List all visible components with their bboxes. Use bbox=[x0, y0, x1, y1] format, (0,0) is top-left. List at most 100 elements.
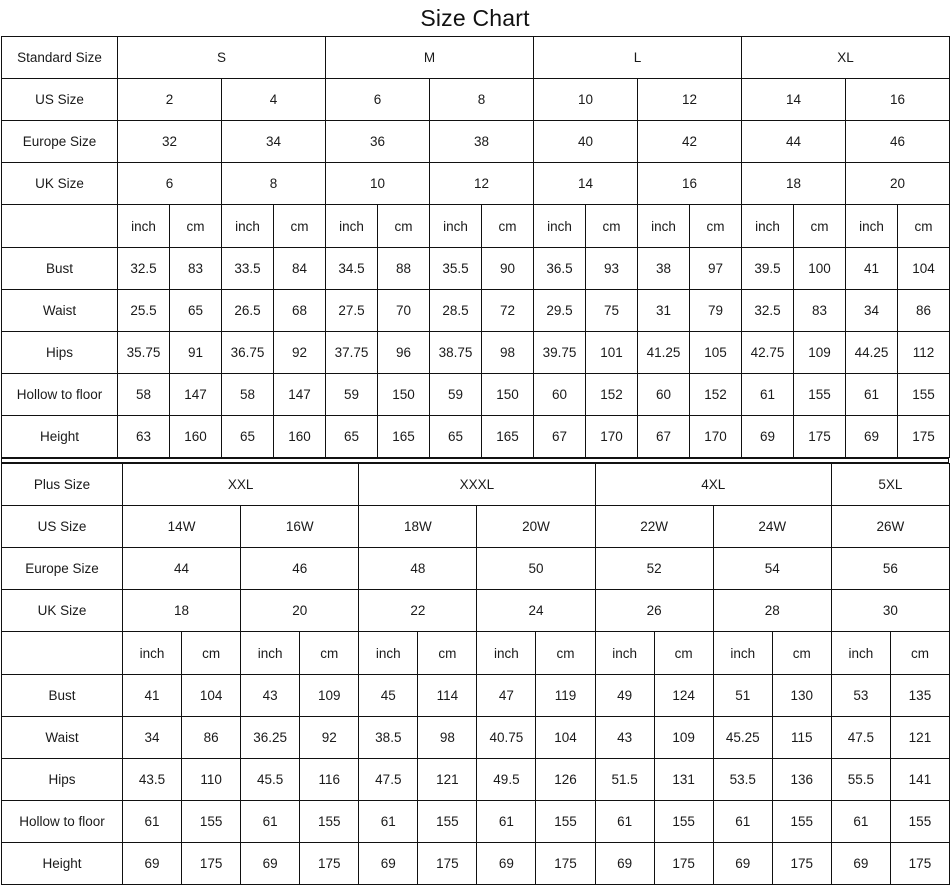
unit-header-inch: inch bbox=[117, 204, 170, 248]
measurement-cm-cell: 136 bbox=[771, 758, 832, 801]
measurement-cm-cell: 83 bbox=[169, 247, 222, 290]
measurement-cm-cell: 79 bbox=[689, 289, 743, 332]
unit-header-inch: inch bbox=[712, 631, 773, 675]
measurement-cm-cell: 110 bbox=[181, 758, 242, 801]
table-row: US Size 14W 16W 18W 20W 22W 24W 26W bbox=[1, 505, 950, 548]
measurement-cm-cell: 147 bbox=[272, 373, 327, 416]
row-label: Europe Size bbox=[1, 547, 123, 590]
measurement-row: Bust 32.5 83 33.5 84 34.5 88 35.5 90 36.5 93 38 97 39… bbox=[1, 247, 950, 290]
measurement-inch-cell: 41 bbox=[121, 674, 183, 717]
measurement-inch-cell: 63 bbox=[117, 415, 170, 458]
unit-header-cm: cm bbox=[417, 631, 478, 675]
measurement-inch-cell: 45.5 bbox=[240, 758, 301, 801]
size-group-5xl: 5XL bbox=[830, 463, 950, 506]
size-value-cell: 26W bbox=[830, 505, 950, 548]
size-value-cell: 50 bbox=[476, 547, 596, 590]
measurement-inch-cell: 49 bbox=[594, 674, 655, 717]
size-value-cell: 8 bbox=[429, 78, 535, 121]
measurement-cm-cell: 175 bbox=[299, 842, 360, 885]
measurement-inch-cell: 69 bbox=[830, 842, 891, 885]
measurement-row: Hips 35.75 91 36.75 92 37.75 96 38.75 98 39.75 101… bbox=[1, 331, 950, 374]
size-value-cell: 14 bbox=[741, 78, 847, 121]
measurement-inch-cell: 34.5 bbox=[325, 247, 379, 290]
measurement-inch-cell: 47.5 bbox=[358, 758, 419, 801]
size-value-cell: 8 bbox=[220, 162, 327, 205]
size-value-cell: 26 bbox=[594, 589, 714, 632]
page-title: Size Chart bbox=[420, 5, 530, 31]
measurement-inch-cell: 67 bbox=[637, 415, 691, 458]
size-group-s: S bbox=[116, 36, 327, 79]
row-label: UK Size bbox=[1, 589, 123, 632]
size-value-cell: 10 bbox=[533, 78, 639, 121]
measurement-inch-cell: 34 bbox=[121, 716, 183, 759]
measurement-cm-cell: 131 bbox=[653, 758, 714, 801]
size-value-cell: 10 bbox=[325, 162, 431, 205]
measurement-inch-cell: 36.5 bbox=[533, 247, 587, 290]
measurement-inch-cell: 61 bbox=[121, 800, 183, 843]
size-group-xxl: XXL bbox=[121, 463, 360, 506]
measurement-cm-cell: 92 bbox=[272, 331, 327, 374]
unit-header-inch: inch bbox=[221, 204, 274, 248]
table-separator bbox=[1, 458, 949, 463]
measurement-cm-cell: 97 bbox=[689, 247, 743, 290]
measurement-cm-cell: 141 bbox=[889, 758, 950, 801]
unit-header-inch: inch bbox=[429, 204, 483, 248]
measurement-inch-cell: 53.5 bbox=[712, 758, 773, 801]
unit-header-inch: inch bbox=[830, 631, 891, 675]
size-value-cell: 4 bbox=[220, 78, 327, 121]
measurement-inch-cell: 59 bbox=[325, 373, 379, 416]
measurement-inch-cell: 51.5 bbox=[594, 758, 655, 801]
measurement-cm-cell: 96 bbox=[377, 331, 431, 374]
unit-header-cm: cm bbox=[653, 631, 714, 675]
unit-header-row: inch cm inch cm inch cm inch cm inch cm inch cm inch… bbox=[1, 204, 950, 248]
measurement-cm-cell: 135 bbox=[889, 674, 950, 717]
measurement-inch-cell: 39.5 bbox=[741, 247, 795, 290]
measurement-inch-cell: 38.75 bbox=[429, 331, 483, 374]
measurement-cm-cell: 170 bbox=[585, 415, 639, 458]
size-value-cell: 14W bbox=[121, 505, 242, 548]
measurement-cm-cell: 109 bbox=[299, 674, 360, 717]
measurement-cm-cell: 165 bbox=[481, 415, 535, 458]
unit-header-inch: inch bbox=[594, 631, 655, 675]
measurement-inch-cell: 40.75 bbox=[476, 716, 537, 759]
measurement-label: Waist bbox=[1, 289, 118, 332]
size-value-cell: 52 bbox=[594, 547, 714, 590]
size-value-cell: 22W bbox=[594, 505, 714, 548]
measurement-cm-cell: 155 bbox=[535, 800, 596, 843]
unit-header-cm: cm bbox=[771, 631, 832, 675]
measurement-cm-cell: 101 bbox=[585, 331, 639, 374]
measurement-cm-cell: 165 bbox=[377, 415, 431, 458]
size-value-cell: 16 bbox=[637, 162, 743, 205]
unit-header-cm: cm bbox=[897, 204, 950, 248]
size-value-cell: 24W bbox=[712, 505, 832, 548]
row-label: Europe Size bbox=[1, 120, 118, 163]
measurement-inch-cell: 65 bbox=[429, 415, 483, 458]
measurement-inch-cell: 38 bbox=[637, 247, 691, 290]
size-group-4xl: 4XL bbox=[594, 463, 832, 506]
measurement-row: Height 63 160 65 160 65 165 65 165 67 170 67 170 69 17… bbox=[1, 415, 950, 458]
row-label: US Size bbox=[1, 505, 123, 548]
measurement-cm-cell: 175 bbox=[793, 415, 847, 458]
measurement-cm-cell: 126 bbox=[535, 758, 596, 801]
measurement-inch-cell: 36.75 bbox=[221, 331, 274, 374]
measurement-cm-cell: 150 bbox=[481, 373, 535, 416]
unit-header-row: inch cm inch cm inch cm inch cm inch cm inch cm inch… bbox=[1, 631, 950, 675]
measurement-inch-cell: 61 bbox=[712, 800, 773, 843]
measurement-inch-cell: 42.75 bbox=[741, 331, 795, 374]
measurement-inch-cell: 33.5 bbox=[221, 247, 274, 290]
measurement-inch-cell: 43 bbox=[240, 674, 301, 717]
measurement-cm-cell: 100 bbox=[793, 247, 847, 290]
measurement-inch-cell: 41 bbox=[845, 247, 899, 290]
measurement-inch-cell: 43.5 bbox=[121, 758, 183, 801]
measurement-inch-cell: 32.5 bbox=[117, 247, 170, 290]
measurement-cm-cell: 98 bbox=[417, 716, 478, 759]
unit-header-cm: cm bbox=[481, 204, 535, 248]
measurement-cm-cell: 175 bbox=[889, 842, 950, 885]
measurement-cm-cell: 170 bbox=[689, 415, 743, 458]
measurement-inch-cell: 25.5 bbox=[117, 289, 170, 332]
size-value-cell: 2 bbox=[117, 78, 222, 121]
measurement-inch-cell: 44.25 bbox=[845, 331, 899, 374]
measurement-cm-cell: 91 bbox=[169, 331, 222, 374]
measurement-inch-cell: 38.5 bbox=[358, 716, 419, 759]
measurement-inch-cell: 69 bbox=[358, 842, 419, 885]
